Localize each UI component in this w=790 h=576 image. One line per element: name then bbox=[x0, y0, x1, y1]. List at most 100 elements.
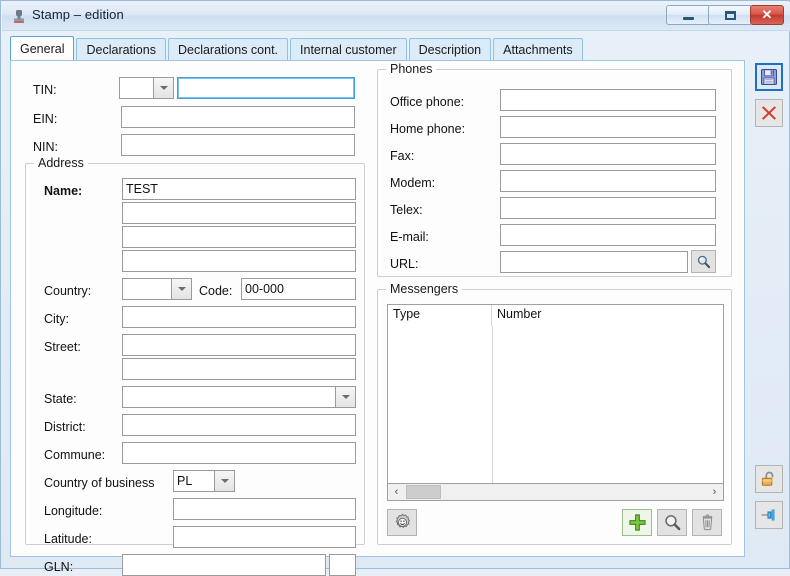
tab-declarations-cont[interactable]: Declarations cont. bbox=[168, 38, 288, 61]
nin-label: NIN: bbox=[33, 140, 58, 154]
gln-check-digit-input[interactable] bbox=[329, 554, 356, 576]
commune-input[interactable] bbox=[122, 442, 356, 464]
street-line2-input[interactable] bbox=[122, 358, 356, 380]
modem-input[interactable] bbox=[500, 170, 716, 192]
city-input[interactable] bbox=[122, 306, 356, 328]
address-group: Address Name: TEST Country: Code: 00-000… bbox=[25, 163, 365, 545]
gln-label: GLN: bbox=[44, 560, 73, 574]
chevron-down-icon[interactable] bbox=[171, 279, 191, 299]
gln-input[interactable] bbox=[122, 554, 326, 576]
fax-label: Fax: bbox=[390, 149, 414, 163]
phones-group: Phones Office phone: Home phone: Fax: Mo… bbox=[377, 69, 732, 277]
district-input[interactable] bbox=[122, 414, 356, 436]
state-label: State: bbox=[44, 392, 77, 406]
modem-label: Modem: bbox=[390, 176, 435, 190]
pin-button[interactable] bbox=[755, 501, 783, 529]
ein-label: EIN: bbox=[33, 112, 57, 126]
cancel-x-icon bbox=[760, 104, 778, 122]
longitude-label: Longitude: bbox=[44, 504, 102, 518]
name-input[interactable]: TEST bbox=[122, 178, 356, 200]
longitude-input[interactable] bbox=[173, 498, 356, 520]
url-label: URL: bbox=[390, 257, 418, 271]
scroll-right-icon[interactable]: › bbox=[706, 484, 723, 500]
state-combo[interactable] bbox=[122, 386, 356, 408]
tab-description[interactable]: Description bbox=[409, 38, 492, 61]
fax-input[interactable] bbox=[500, 143, 716, 165]
tab-strip: General Declarations Declarations cont. … bbox=[10, 37, 583, 61]
chevron-down-icon[interactable] bbox=[335, 387, 355, 407]
code-label: Code: bbox=[199, 284, 232, 298]
name-label: Name: bbox=[44, 184, 82, 198]
telex-input[interactable] bbox=[500, 197, 716, 219]
save-button[interactable] bbox=[755, 63, 783, 91]
name-line4-input[interactable] bbox=[122, 250, 356, 272]
column-header-number[interactable]: Number bbox=[492, 305, 723, 326]
maximize-button[interactable] bbox=[708, 5, 753, 25]
chevron-down-icon[interactable] bbox=[214, 471, 234, 491]
telex-label: Telex: bbox=[390, 203, 423, 217]
column-header-type[interactable]: Type bbox=[388, 305, 492, 326]
open-padlock-icon bbox=[760, 470, 778, 488]
name-line3-input[interactable] bbox=[122, 226, 356, 248]
tab-attachments[interactable]: Attachments bbox=[493, 38, 582, 61]
email-input[interactable] bbox=[500, 224, 716, 246]
country-combo[interactable] bbox=[122, 278, 192, 300]
messengers-list-body[interactable] bbox=[388, 326, 723, 483]
country-of-business-value: PL bbox=[177, 474, 192, 488]
minimize-button[interactable] bbox=[666, 5, 711, 25]
country-label: Country: bbox=[44, 284, 91, 298]
latitude-label: Latitude: bbox=[44, 532, 92, 546]
scroll-left-icon[interactable]: ‹ bbox=[388, 484, 405, 500]
tab-label: Internal customer bbox=[300, 43, 397, 57]
city-label: City: bbox=[44, 312, 69, 326]
tab-label: Attachments bbox=[503, 43, 572, 57]
messengers-find-button[interactable] bbox=[657, 509, 687, 536]
tab-general[interactable]: General bbox=[10, 36, 74, 61]
name-line2-input[interactable] bbox=[122, 202, 356, 224]
messengers-settings-button[interactable] bbox=[387, 509, 417, 536]
messengers-add-button[interactable] bbox=[622, 509, 652, 536]
name-value: TEST bbox=[126, 182, 158, 196]
close-button[interactable]: ✕ bbox=[750, 5, 784, 25]
office-phone-label: Office phone: bbox=[390, 95, 464, 109]
tab-label: Declarations bbox=[86, 43, 155, 57]
email-label: E-mail: bbox=[390, 230, 429, 244]
tin-input[interactable] bbox=[177, 77, 355, 99]
tab-label: General bbox=[20, 42, 64, 56]
district-label: District: bbox=[44, 420, 86, 434]
url-input[interactable] bbox=[500, 251, 688, 273]
tin-prefix-combo[interactable] bbox=[119, 77, 174, 99]
latitude-input[interactable] bbox=[173, 526, 356, 548]
general-tab-panel: TIN: EIN: NIN: Address Name: TEST Countr… bbox=[10, 60, 745, 557]
office-phone-input[interactable] bbox=[500, 89, 716, 111]
url-browse-button[interactable] bbox=[691, 250, 716, 273]
cancel-button[interactable] bbox=[755, 99, 783, 127]
messengers-list[interactable]: Type Number bbox=[387, 304, 724, 484]
nin-input[interactable] bbox=[121, 134, 355, 156]
street-label: Street: bbox=[44, 340, 81, 354]
address-group-legend: Address bbox=[34, 156, 88, 170]
messengers-delete-button[interactable] bbox=[692, 509, 722, 536]
maximize-icon bbox=[709, 6, 752, 24]
home-phone-input[interactable] bbox=[500, 116, 716, 138]
postal-code-value: 00-000 bbox=[245, 282, 284, 296]
messengers-horizontal-scrollbar[interactable]: ‹ › bbox=[387, 484, 724, 501]
country-of-business-combo[interactable]: PL bbox=[173, 470, 235, 492]
stamp-icon bbox=[11, 8, 27, 24]
messengers-group-legend: Messengers bbox=[386, 282, 462, 296]
tab-internal-customer[interactable]: Internal customer bbox=[290, 38, 407, 61]
tab-declarations[interactable]: Declarations bbox=[76, 38, 165, 61]
chevron-down-icon[interactable] bbox=[153, 78, 173, 98]
magnifier-icon bbox=[663, 513, 682, 532]
home-phone-label: Home phone: bbox=[390, 122, 465, 136]
magnifier-icon bbox=[696, 254, 711, 269]
messengers-group: Messengers Type Number ‹ › bbox=[377, 289, 732, 545]
street-input[interactable] bbox=[122, 334, 356, 356]
commune-label: Commune: bbox=[44, 448, 105, 462]
scrollbar-thumb[interactable] bbox=[406, 485, 441, 499]
save-floppy-icon bbox=[760, 68, 778, 86]
postal-code-input[interactable]: 00-000 bbox=[241, 278, 356, 300]
unlock-button[interactable] bbox=[755, 465, 783, 493]
close-icon: ✕ bbox=[751, 6, 783, 24]
ein-input[interactable] bbox=[121, 106, 355, 128]
